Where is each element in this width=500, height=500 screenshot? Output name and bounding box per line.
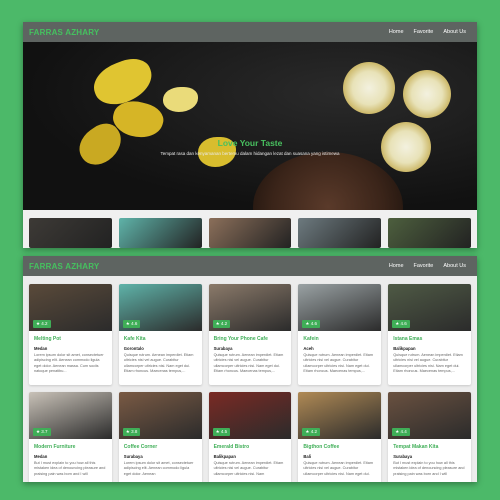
card-image: ★ 4.6 (118, 284, 202, 331)
rating-badge: ★ 4.6 (392, 320, 410, 328)
card-title[interactable]: Kafe Kita (124, 336, 197, 342)
rating-badge: ★ 4.2 (302, 428, 320, 436)
rating-badge: ★ 4.2 (33, 320, 51, 328)
restaurant-card[interactable]: ★ 4.6 Kafe Kita Gorontalo Quisque rutrum. A… (118, 284, 202, 385)
hero-banner: Love Your Taste Tempat rasa dan kenyaman… (23, 42, 477, 210)
rating-badge: ★ 4.6 (302, 320, 320, 328)
nav-favorite[interactable]: Favorite (409, 29, 439, 35)
cards-window: FARRAS AZHARY Home Favorite About Us ★ 4… (23, 256, 477, 482)
card-image: ★ 4.6 (388, 284, 471, 331)
nav-about[interactable]: About Us (438, 29, 471, 35)
nav-favorite[interactable]: Favorite (409, 263, 439, 269)
restaurant-card[interactable]: ★ 4.5 Emerald Bistro Balikpapan Quisque rut… (208, 392, 292, 482)
strip-thumb[interactable] (388, 218, 471, 248)
card-city: Surabaya (393, 454, 413, 459)
navbar: FARRAS AZHARY Home Favorite About Us (23, 22, 477, 42)
card-city: Medan (34, 346, 48, 351)
nav-about[interactable]: About Us (438, 263, 471, 269)
hero-text: Love Your Taste Tempat rasa dan kenyaman… (23, 138, 477, 156)
card-image: ★ 4.4 (388, 392, 471, 439)
card-description: But I must explain to you how all this m… (393, 461, 465, 476)
card-description: Quisque rutrum. Aenean imperdiet. Etiam … (213, 461, 284, 476)
card-city: Balikpapan (213, 454, 236, 459)
nav-links: Home Favorite About Us (384, 29, 471, 35)
rating-badge: ★ 3.7 (33, 428, 51, 436)
restaurant-card[interactable]: ★ 4.2 Bring Your Phone Cafe Surabaya Quisqu… (208, 284, 292, 385)
card-title[interactable]: Bigthon Coffee (303, 444, 376, 450)
strip-thumb[interactable] (298, 218, 382, 248)
restaurant-card[interactable]: ★ 3.8 Coffee Corner Surabaya Lorem ipsum do… (118, 392, 202, 482)
hero-title: Love Your Taste (217, 138, 283, 148)
card-city: Aceh (303, 346, 314, 351)
card-title[interactable]: Modern Furniture (34, 444, 107, 450)
rating-badge: ★ 4.4 (392, 428, 410, 436)
card-city: Medan (34, 454, 48, 459)
card-description: Lorem ipsum dolor sit amet, consectetuer… (123, 461, 194, 476)
card-title[interactable]: Melting Pot (34, 336, 107, 342)
rating-badge: ★ 4.2 (212, 320, 231, 328)
thumbnail-strip (23, 210, 477, 248)
card-description: Quisque rutrum. Aenean imperdiet. Etiam … (123, 353, 194, 373)
card-city: Balikpapan (393, 346, 416, 351)
hero-subtitle: Tempat rasa dan kenyamanan bertemu dalam… (160, 151, 340, 156)
card-title[interactable]: Tempat Makan Kita (393, 444, 466, 450)
card-description: Lorem ipsum dolor sit amet, consectetuer… (34, 353, 104, 373)
restaurant-card[interactable]: ★ 4.2 Bigthon Coffee Bali Quisque rutrum. A… (298, 392, 382, 482)
rating-badge: ★ 4.5 (212, 428, 231, 436)
card-title[interactable]: Emerald Bistro (214, 444, 287, 450)
card-description: But I must explain to you how all this m… (34, 461, 106, 476)
restaurant-card[interactable]: ★ 4.6 Istana Emas Balikpapan Quisque rutrum… (388, 284, 471, 385)
strip-thumb[interactable] (29, 218, 112, 248)
rating-badge: ★ 3.8 (122, 428, 141, 436)
card-title[interactable]: Kafein (303, 336, 376, 342)
rating-badge: ★ 4.6 (122, 320, 141, 328)
nav-home[interactable]: Home (384, 263, 409, 269)
card-city: Surabaya (123, 454, 143, 459)
card-description: Quisque rutrum. Aenean imperdiet. Etiam … (393, 353, 463, 373)
card-city: Bali (303, 454, 312, 459)
card-description: Quisque rutrum. Aenean imperdiet. Etiam … (213, 353, 284, 373)
card-image: ★ 3.7 (29, 392, 112, 439)
hero-window: FARRAS AZHARY Home Favorite About Us Lov… (23, 22, 477, 248)
card-title[interactable]: Istana Emas (393, 336, 466, 342)
restaurant-card[interactable]: ★ 4.6 Kafein Aceh Quisque rutrum. Aenean im… (298, 284, 382, 385)
card-city: Gorontalo (123, 346, 144, 351)
brand-logo[interactable]: FARRAS AZHARY (29, 262, 99, 271)
card-image: ★ 4.2 (298, 392, 382, 439)
card-title[interactable]: Coffee Corner (124, 444, 197, 450)
card-description: Quisque rutrum. Aenean imperdiet. Etiam … (303, 461, 374, 476)
nav-home[interactable]: Home (384, 29, 409, 35)
restaurant-grid: ★ 4.2 Melting Pot Medan Lorem ipsum dolor s… (29, 284, 471, 482)
nav-links: Home Favorite About Us (384, 263, 471, 269)
navbar: FARRAS AZHARY Home Favorite About Us (23, 256, 477, 276)
restaurant-card[interactable]: ★ 4.2 Melting Pot Medan Lorem ipsum dolor s… (29, 284, 112, 385)
card-description: Quisque rutrum. Aenean imperdiet. Etiam … (303, 353, 374, 373)
restaurant-card[interactable]: ★ 3.7 Modern Furniture Medan But I must exp… (29, 392, 112, 482)
brand-logo[interactable]: FARRAS AZHARY (29, 28, 99, 37)
card-image: ★ 4.2 (208, 284, 292, 331)
card-title[interactable]: Bring Your Phone Cafe (214, 336, 287, 342)
restaurant-card[interactable]: ★ 4.4 Tempat Makan Kita Surabaya But I must… (388, 392, 471, 482)
strip-thumb[interactable] (118, 218, 202, 248)
card-image: ★ 4.5 (208, 392, 292, 439)
card-image: ★ 3.8 (118, 392, 202, 439)
card-image: ★ 4.2 (29, 284, 112, 331)
card-city: Surabaya (213, 346, 233, 351)
card-image: ★ 4.6 (298, 284, 382, 331)
strip-thumb[interactable] (208, 218, 292, 248)
